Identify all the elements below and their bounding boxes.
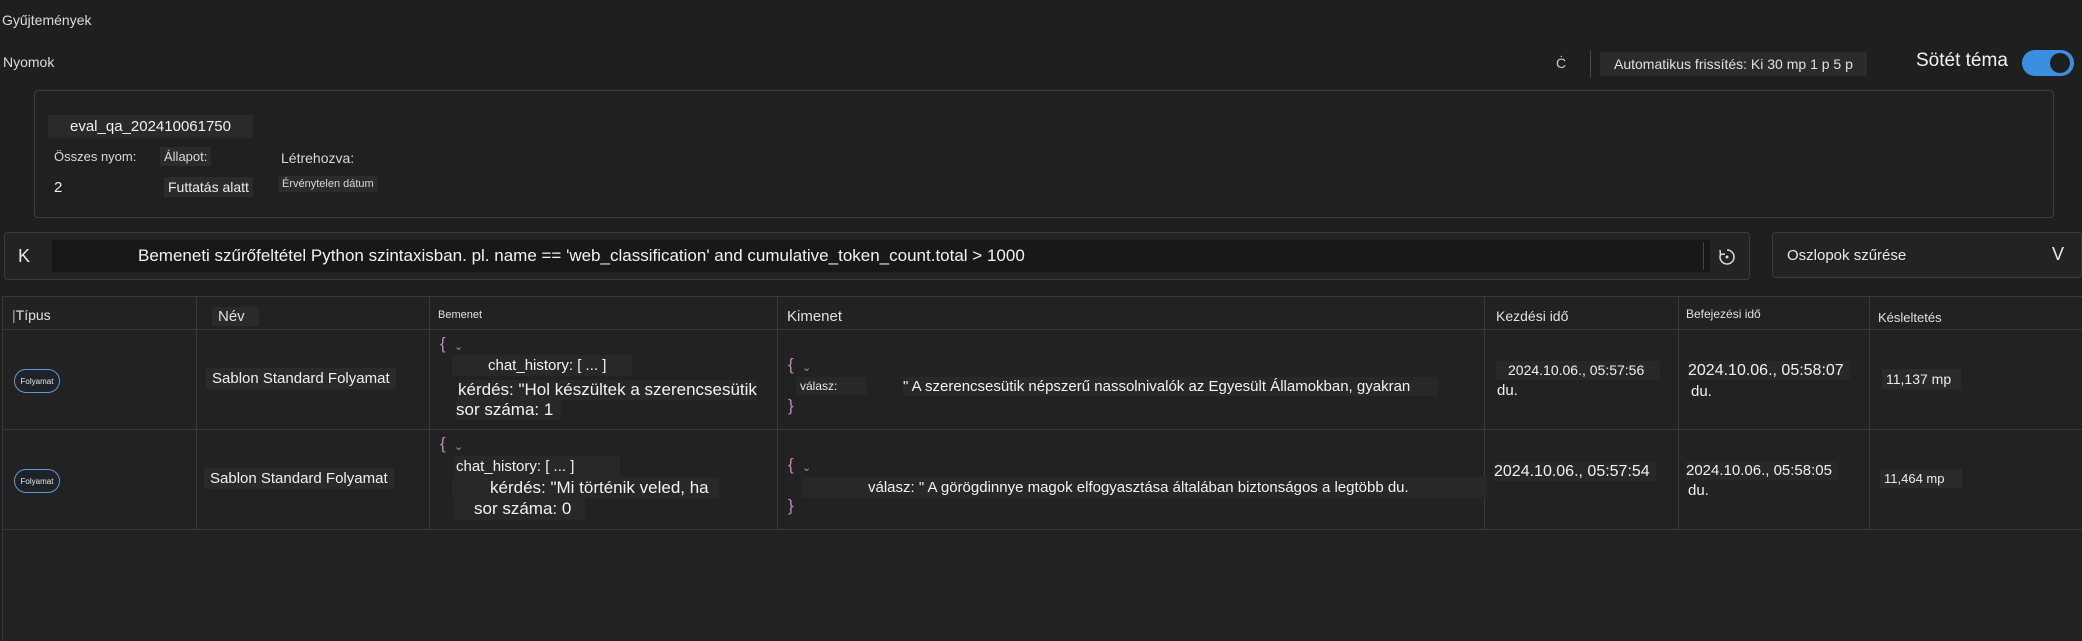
refresh-icon[interactable]: Ċ — [1548, 50, 1574, 76]
json-open-brace: { — [440, 434, 446, 453]
header-start-time[interactable]: Kezdési idő — [1496, 308, 1568, 324]
output-key: válasz: — [796, 377, 868, 395]
latency-value: 11,464 mp — [1880, 469, 1963, 488]
type-badge[interactable]: Folyamat — [14, 369, 60, 393]
json-open-brace: { — [788, 355, 794, 374]
collapse-chevron-icon[interactable]: ⌄ — [454, 340, 463, 353]
collapse-chevron-icon[interactable]: ⌄ — [802, 461, 811, 474]
dark-theme-label: Sötét téma — [1916, 50, 2008, 71]
breadcrumb-collections[interactable]: Gyűjtemények — [2, 12, 91, 28]
col-divider — [429, 296, 430, 530]
input-line-number: sor száma: 0 — [454, 498, 586, 520]
total-traces-value: 2 — [54, 179, 63, 196]
collapse-chevron-icon[interactable]: ⌄ — [454, 440, 463, 453]
header-name[interactable]: Név — [212, 307, 259, 326]
header-end-time[interactable]: Befejezési idő — [1686, 307, 1761, 321]
col-divider — [196, 296, 197, 530]
output-answer: " A szerencsesütik népszerű nassolnivaló… — [903, 377, 1439, 396]
trace-name[interactable]: Sablon Standard Folyamat — [206, 368, 396, 389]
status-label: Állapot: — [160, 147, 212, 166]
start-time: 2024.10.06., 05:57:56 — [1496, 361, 1661, 380]
end-time-ampm: du. — [1688, 482, 1709, 499]
toolbar-divider — [1590, 50, 1591, 78]
col-divider — [1869, 296, 1870, 530]
collapse-chevron-icon[interactable]: ⌄ — [802, 361, 811, 374]
latency-value: 11,137 mp — [1882, 369, 1962, 389]
run-name: eval_qa_202410061750 — [48, 115, 253, 138]
header-type[interactable]: |Típus — [12, 307, 51, 323]
end-time: 2024.10.06., 05:58:05 — [1686, 461, 1838, 480]
start-time-ampm: du. — [1497, 382, 1518, 399]
total-traces-label: Összes nyom: — [54, 149, 137, 164]
reset-filter-icon[interactable] — [1714, 244, 1740, 270]
input-question: kérdés: "Mi történik veled, ha — [452, 477, 719, 499]
input-line-number: sor száma: 1 — [456, 400, 562, 420]
auto-refresh-selector[interactable]: Automatikus frissítés: Ki 30 mp 1 p 5 p — [1600, 52, 1867, 76]
row-divider — [2, 329, 2082, 330]
start-time: 2024.10.06., 05:57:54 — [1494, 462, 1656, 481]
filter-prefix: K — [18, 246, 31, 266]
filter-input[interactable] — [52, 240, 1710, 272]
type-badge[interactable]: Folyamat — [14, 469, 60, 493]
json-open-brace: { — [440, 334, 446, 353]
created-label: Létrehozva: — [281, 150, 355, 166]
status-value: Futtatás alatt — [164, 177, 253, 197]
header-latency[interactable]: Késleltetés — [1878, 310, 1942, 325]
toggle-knob — [2050, 53, 2070, 73]
input-question: kérdés: "Hol készültek a szerencsesütik — [458, 380, 757, 400]
columns-filter-label: Oszlopok szűrése — [1787, 247, 1907, 264]
col-divider — [1678, 296, 1679, 530]
col-divider — [777, 296, 778, 530]
json-close-brace: } — [788, 496, 794, 515]
filter-divider — [1703, 242, 1704, 270]
trace-name[interactable]: Sablon Standard Folyamat — [204, 468, 394, 489]
row-divider — [2, 529, 2082, 530]
chevron-down-icon: V — [2052, 244, 2065, 264]
input-chat-history: chat_history: [ ... ] — [452, 355, 633, 376]
dark-theme-toggle[interactable] — [2022, 50, 2074, 76]
header-input[interactable]: Bemenet — [438, 309, 482, 321]
end-time: 2024.10.06., 05:58:07 — [1688, 361, 1850, 380]
header-output[interactable]: Kimenet — [787, 308, 842, 325]
json-open-brace: { — [788, 455, 794, 474]
header-type-label: Típus — [15, 307, 51, 323]
input-chat-history: chat_history: [ ... ] — [454, 456, 621, 477]
json-close-brace: } — [788, 396, 794, 415]
created-value: Érvénytelen dátum — [278, 176, 378, 192]
row-divider — [2, 429, 2082, 430]
end-time-ampm: du. — [1691, 383, 1712, 400]
output-answer: válasz: " A görögdinnye magok elfogyaszt… — [802, 477, 1487, 498]
breadcrumb-traces[interactable]: Nyomok — [3, 54, 54, 70]
